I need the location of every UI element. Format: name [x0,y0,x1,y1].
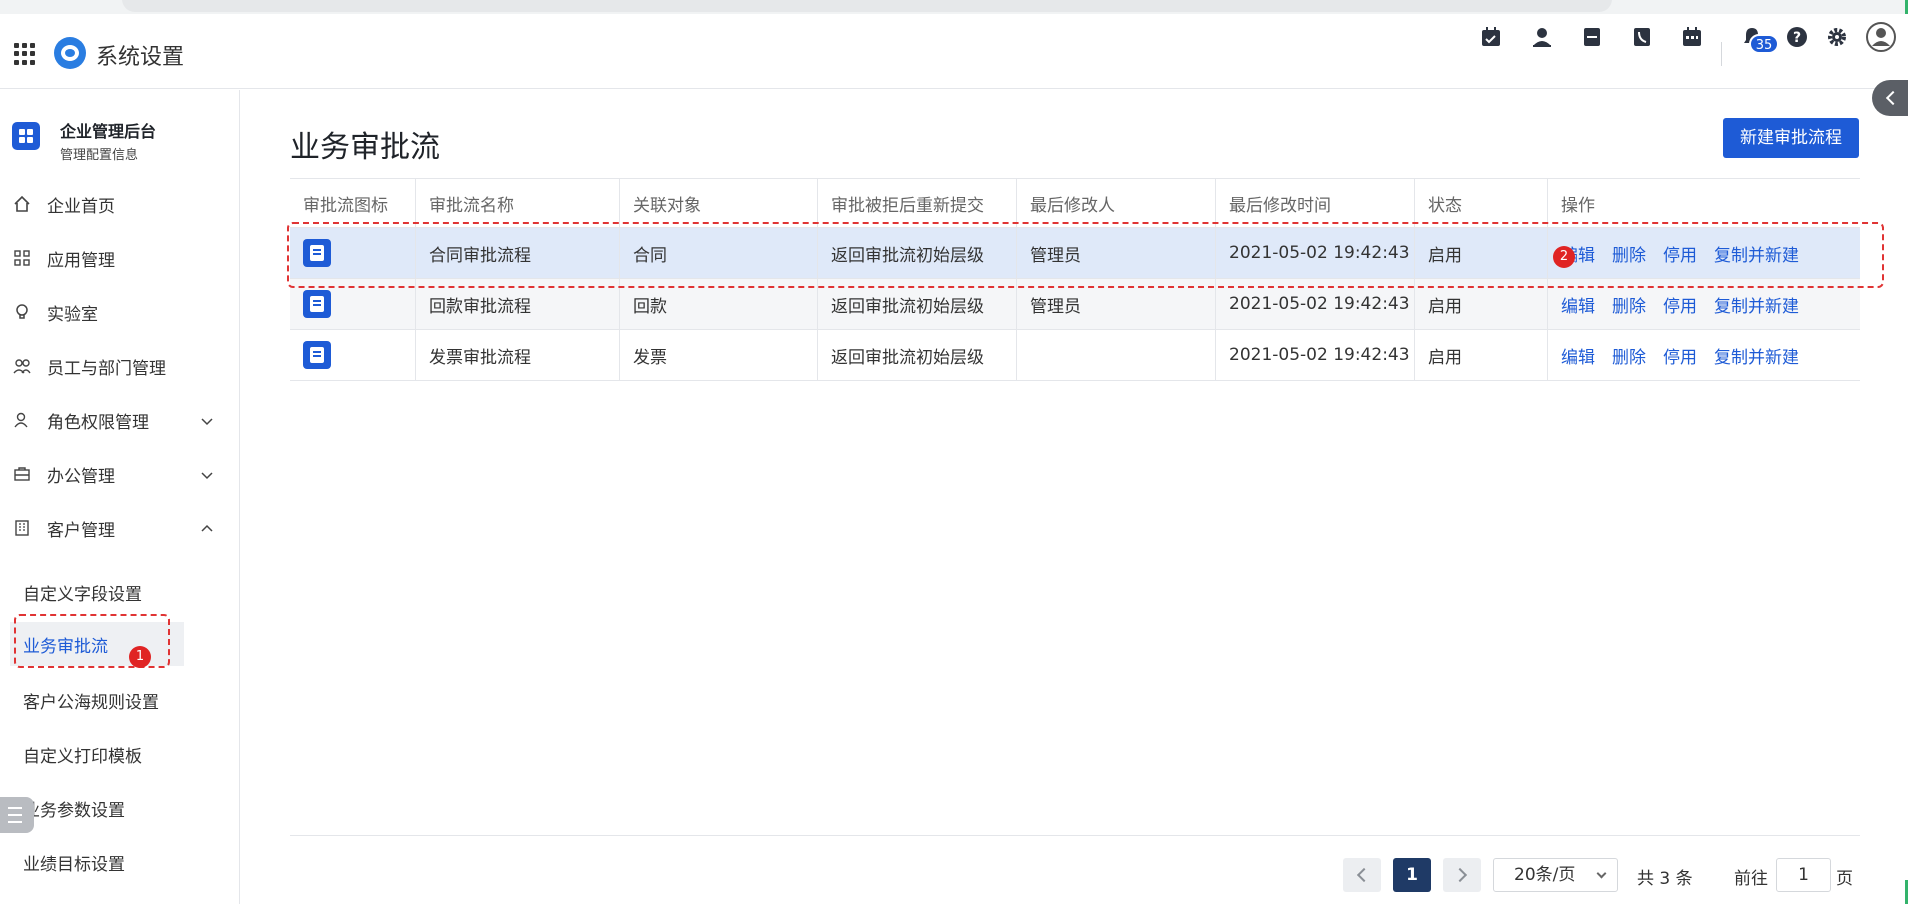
page-title: 业务审批流 [290,130,440,165]
annotation-marker-2: 2 [1553,246,1575,268]
apps-grid-icon[interactable] [14,43,36,65]
home-icon [13,195,31,213]
col-header-status: 状态 [1415,179,1548,227]
building-icon [13,519,31,537]
sidebar-item-roles[interactable]: 角色权限管理 [0,400,239,440]
phone-icon[interactable] [1631,26,1653,48]
contact-icon[interactable] [1531,26,1553,48]
chevron-down-icon [1596,868,1607,879]
chevron-up-icon [200,521,214,535]
current-page-button[interactable]: 1 [1393,858,1431,892]
col-header-modifier: 最后修改人 [1017,179,1216,227]
copy-new-link[interactable]: 复制并新建 [1714,343,1799,368]
brand-subtitle: 管理配置信息 [60,148,139,163]
floating-list-button[interactable] [0,797,34,833]
chevron-down-icon [200,467,214,481]
sidebar-item-lab[interactable]: 实验室 [0,292,239,332]
brand-icon [12,122,40,150]
chevron-down-icon [200,413,214,427]
sidebar-item-home[interactable]: 企业首页 [0,184,239,224]
col-header-ops: 操作 [1561,195,1595,216]
table-header: 审批流图标 审批流名称 关联对象 审批被拒后重新提交 最后修改人 最后修改时间 … [290,178,1860,228]
notification-badge: 35 [1749,34,1779,54]
delete-link[interactable]: 删除 [1612,343,1646,368]
sub-item-custom-fields[interactable]: 自定义字段设置 [10,570,184,614]
goto-label: 前往 [1734,869,1768,889]
sidebar: 企业管理后台 管理配置信息 企业首页 应用管理 实验室 员工与部门管理 角色权限… [0,90,240,904]
app-logo [54,37,86,69]
col-header-object: 关联对象 [620,179,818,227]
sidebar-item-staff[interactable]: 员工与部门管理 [0,346,239,386]
row-actions: 编辑 删除 停用 复制并新建 [1548,330,1860,380]
sidebar-item-customers[interactable]: 客户管理 [0,508,239,548]
disable-link[interactable]: 停用 [1663,343,1697,368]
col-header-resubmit: 审批被拒后重新提交 [818,179,1017,227]
sub-item-performance-goals[interactable]: 业绩目标设置 [10,840,184,884]
header-divider [1721,42,1722,66]
bulb-icon [13,303,31,321]
calendar-icon[interactable] [1681,26,1703,48]
page-suffix: 页 [1836,869,1853,889]
copy-new-link[interactable]: 复制并新建 [1714,292,1799,317]
prev-page-button[interactable] [1343,858,1381,892]
sub-item-business-params[interactable]: 业务参数设置 [10,786,184,830]
total-count: 共 3 条 [1637,869,1693,889]
collapse-panel-button[interactable] [1872,80,1908,116]
calendar-check-icon[interactable] [1480,26,1502,48]
briefcase-icon [13,465,31,483]
col-header-time: 最后修改时间 [1216,179,1415,227]
help-icon[interactable]: ? [1786,26,1808,48]
brand-title: 企业管理后台 [60,122,157,141]
document-icon[interactable] [1581,26,1603,48]
edit-link[interactable]: 编辑 [1561,292,1595,317]
col-header-icon: 审批流图标 [290,179,416,227]
annotation-highlight-2 [287,222,1884,288]
top-header: 系统设置 35 ? [0,14,1908,89]
user-avatar-icon[interactable] [1866,22,1896,52]
invoice-icon [303,341,331,369]
sidebar-item-office[interactable]: 办公管理 [0,454,239,494]
annotation-marker-1: 1 [129,646,151,668]
sub-item-print-templates[interactable]: 自定义打印模板 [10,732,184,776]
users-icon [13,357,31,375]
new-approval-flow-button[interactable]: 新建审批流程 [1723,118,1859,158]
payment-icon [303,290,331,318]
svg-text:?: ? [1793,30,1801,46]
address-bar[interactable] [122,0,1612,12]
table-row[interactable]: 发票审批流程 发票 返回审批流初始层级 2021-05-02 19:42:43 … [290,330,1860,381]
pagination-divider [290,835,1860,836]
role-icon [13,411,31,429]
sub-item-public-pool-rules[interactable]: 客户公海规则设置 [10,678,184,722]
col-header-name: 审批流名称 [416,179,620,227]
edit-link[interactable]: 编辑 [1561,343,1595,368]
grid-icon [13,249,31,267]
browser-toolbar [0,0,1908,14]
next-page-button[interactable] [1443,858,1481,892]
disable-link[interactable]: 停用 [1663,292,1697,317]
app-title: 系统设置 [96,45,185,70]
gear-icon[interactable] [1826,26,1848,48]
sidebar-item-apps[interactable]: 应用管理 [0,238,239,278]
delete-link[interactable]: 删除 [1612,292,1646,317]
goto-page-input[interactable] [1776,858,1831,892]
page-size-select[interactable]: 20条/页 [1493,858,1618,892]
